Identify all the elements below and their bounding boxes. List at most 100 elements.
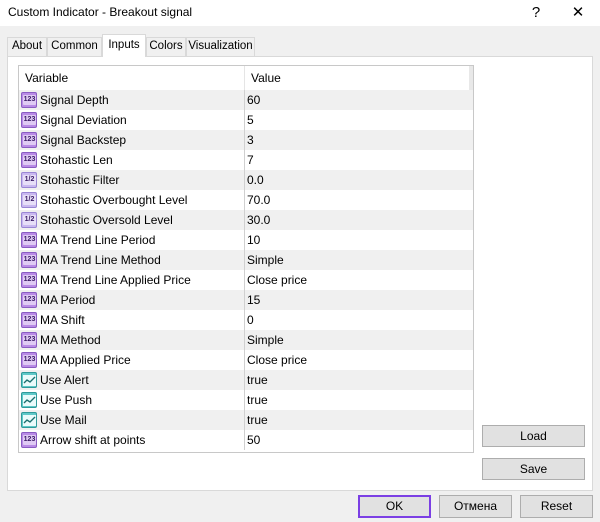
variable-value[interactable]: 3: [247, 133, 254, 147]
icon-label: 1/2: [23, 215, 36, 225]
table-row[interactable]: 123 Signal Backstep 3: [19, 130, 473, 150]
table-row[interactable]: 123 MA Trend Line Period 10: [19, 230, 473, 250]
close-icon[interactable]: ✕: [568, 3, 588, 23]
int-icon: 123: [21, 332, 37, 348]
table-row[interactable]: 123 Arrow shift at points 50: [19, 430, 473, 450]
icon-label: 123: [23, 135, 36, 145]
ok-button[interactable]: OK: [358, 495, 431, 518]
cell-divider: [244, 90, 245, 110]
variable-value[interactable]: Close price: [247, 273, 307, 287]
variable-value[interactable]: 30.0: [247, 213, 270, 227]
variable-name: Use Alert: [40, 373, 89, 387]
variable-value[interactable]: 0.0: [247, 173, 264, 187]
cell-divider: [244, 290, 245, 310]
variable-value[interactable]: Close price: [247, 353, 307, 367]
variable-name: MA Method: [40, 333, 101, 347]
double-icon: 1/2: [21, 172, 37, 188]
table-row[interactable]: 1/2 Stohastic Filter 0.0: [19, 170, 473, 190]
cell-divider: [244, 270, 245, 290]
cell-divider: [244, 330, 245, 350]
variable-value[interactable]: true: [247, 393, 268, 407]
cell-divider: [244, 150, 245, 170]
tab-colors[interactable]: Colors: [146, 37, 186, 56]
cell-divider: [244, 110, 245, 130]
variable-value[interactable]: 0: [247, 313, 254, 327]
int-icon: 123: [21, 92, 37, 108]
scrollbar-stub[interactable]: [469, 66, 473, 90]
int-icon: 123: [21, 292, 37, 308]
icon-label: 1/2: [23, 195, 36, 205]
table-row[interactable]: Use Mail true: [19, 410, 473, 430]
table-row[interactable]: Use Push true: [19, 390, 473, 410]
variable-value[interactable]: true: [247, 413, 268, 427]
int-icon: 123: [21, 432, 37, 448]
variable-value[interactable]: 60: [247, 93, 260, 107]
int-icon: 123: [21, 272, 37, 288]
double-icon: 1/2: [21, 212, 37, 228]
reset-button[interactable]: Reset: [520, 495, 593, 518]
table-row[interactable]: 123 Signal Deviation 5: [19, 110, 473, 130]
icon-label: 123: [23, 95, 36, 105]
variable-value[interactable]: 70.0: [247, 193, 270, 207]
icon-label: 123: [23, 155, 36, 165]
tab-inputs[interactable]: Inputs: [102, 34, 146, 57]
cell-divider: [244, 210, 245, 230]
double-icon: 1/2: [21, 192, 37, 208]
load-button[interactable]: Load: [482, 425, 585, 447]
cell-divider: [244, 230, 245, 250]
variable-name: Signal Backstep: [40, 133, 127, 147]
variable-value[interactable]: 50: [247, 433, 260, 447]
variable-value[interactable]: 10: [247, 233, 260, 247]
variable-name: Stohastic Len: [40, 153, 113, 167]
cell-divider: [244, 250, 245, 270]
variable-name: MA Shift: [40, 313, 85, 327]
variable-value[interactable]: Simple: [247, 253, 284, 267]
icon-label: 123: [23, 355, 36, 365]
table-row[interactable]: 123 MA Trend Line Applied Price Close pric…: [19, 270, 473, 290]
table-row[interactable]: 123 MA Trend Line Method Simple: [19, 250, 473, 270]
table-row[interactable]: 1/2 Stohastic Overbought Level 70.0: [19, 190, 473, 210]
table-row[interactable]: 123 MA Shift 0: [19, 310, 473, 330]
cell-divider: [244, 130, 245, 150]
int-icon: 123: [21, 112, 37, 128]
table-row[interactable]: 123 Signal Depth 60: [19, 90, 473, 110]
variable-value[interactable]: 7: [247, 153, 254, 167]
table-row[interactable]: Use Alert true: [19, 370, 473, 390]
table-row[interactable]: 123 MA Period 15: [19, 290, 473, 310]
icon-label: 123: [23, 315, 36, 325]
tab-about[interactable]: About: [7, 37, 47, 56]
table-row[interactable]: 123 Stohastic Len 7: [19, 150, 473, 170]
tab-visualization[interactable]: Visualization: [186, 37, 255, 56]
inputs-grid[interactable]: Variable Value 123 Signal Depth 60 123 Signa…: [18, 65, 474, 453]
cell-divider: [244, 310, 245, 330]
int-icon: 123: [21, 232, 37, 248]
column-header-variable[interactable]: Variable: [25, 71, 68, 85]
variable-name: Use Push: [40, 393, 93, 407]
column-divider[interactable]: [244, 66, 245, 90]
variable-name: Stohastic Filter: [40, 173, 120, 187]
table-row[interactable]: 123 MA Applied Price Close price: [19, 350, 473, 370]
cancel-button[interactable]: Отмена: [439, 495, 512, 518]
bool-icon: [21, 372, 37, 388]
cell-divider: [244, 170, 245, 190]
variable-value[interactable]: Simple: [247, 333, 284, 347]
variable-name: Arrow shift at points: [40, 433, 146, 447]
icon-label: 123: [23, 295, 36, 305]
grid-header: Variable Value: [19, 66, 473, 90]
save-button[interactable]: Save: [482, 458, 585, 480]
int-icon: 123: [21, 352, 37, 368]
cell-divider: [244, 350, 245, 370]
tab-common[interactable]: Common: [47, 37, 102, 56]
icon-label: 123: [23, 115, 36, 125]
table-row[interactable]: 1/2 Stohastic Oversold Level 30.0: [19, 210, 473, 230]
variable-name: MA Trend Line Applied Price: [40, 273, 191, 287]
column-header-value[interactable]: Value: [251, 71, 281, 85]
variable-value[interactable]: 15: [247, 293, 260, 307]
variable-value[interactable]: true: [247, 373, 268, 387]
table-row[interactable]: 123 MA Method Simple: [19, 330, 473, 350]
help-icon[interactable]: ?: [526, 3, 546, 23]
variable-name: MA Period: [40, 293, 96, 307]
variable-name: Stohastic Overbought Level: [40, 193, 188, 207]
variable-value[interactable]: 5: [247, 113, 254, 127]
variable-name: MA Trend Line Method: [40, 253, 161, 267]
